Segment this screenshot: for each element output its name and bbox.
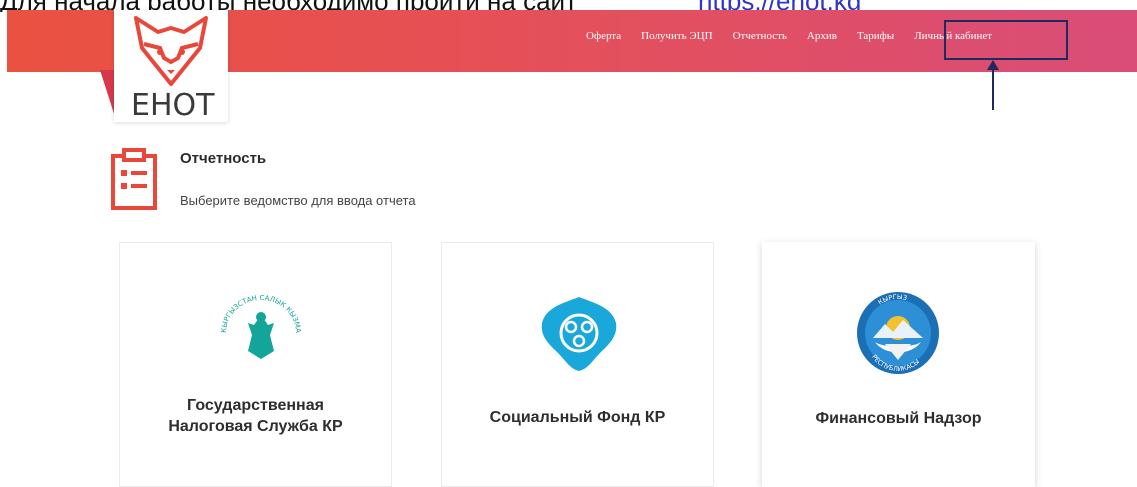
kyrgyz-emblem-icon: КЫРГЫЗ РЕСПУБЛИКАСЫ — [857, 292, 939, 374]
card-social-fund[interactable]: Социальный Фонд КР — [441, 242, 714, 487]
card-tax-service-label: Государственная Налоговая Служба КР — [120, 395, 391, 437]
arrow-up-icon — [987, 60, 999, 110]
card-financial-oversight[interactable]: КЫРГЫЗ РЕСПУБЛИКАСЫ Финансовый Надзор — [762, 242, 1035, 487]
nav-item-tariffs[interactable]: Тарифы — [857, 30, 894, 50]
card-financial-oversight-label: Финансовый Надзор — [815, 410, 982, 427]
clipboard-icon — [111, 148, 157, 210]
page-title: Отчетность — [180, 150, 267, 167]
card-social-fund-label: Социальный Фонд КР — [489, 409, 666, 426]
main-nav: Оферта Получить ЭЦП Отчетность Архив Тар… — [586, 30, 992, 50]
card-tax-service-label-line1: Государственная — [187, 397, 324, 414]
social-fund-logo-icon — [541, 297, 617, 371]
card-tax-service-label-line2: Налоговая Служба КР — [168, 418, 343, 435]
highlight-box — [944, 20, 1068, 60]
nav-item-archive[interactable]: Архив — [807, 30, 837, 50]
nav-item-get-signature[interactable]: Получить ЭЦП — [641, 30, 712, 50]
brand-logo[interactable]: ЕНОТ — [114, 10, 228, 123]
card-tax-service[interactable]: КЫРГЫЗСТАН САЛЫК КЫЗМАТЫ Государственная… — [119, 242, 392, 487]
tax-service-logo-icon: КЫРГЫЗСТАН САЛЫК КЫЗМАТЫ — [216, 293, 302, 359]
nav-item-offer[interactable]: Оферта — [586, 30, 621, 50]
page-subtitle: Выберите ведомство для ввода отчета — [180, 193, 416, 208]
raccoon-logo-icon — [134, 16, 208, 86]
logo-text: ЕНОТ — [131, 88, 215, 123]
nav-item-reports[interactable]: Отчетность — [733, 30, 787, 50]
